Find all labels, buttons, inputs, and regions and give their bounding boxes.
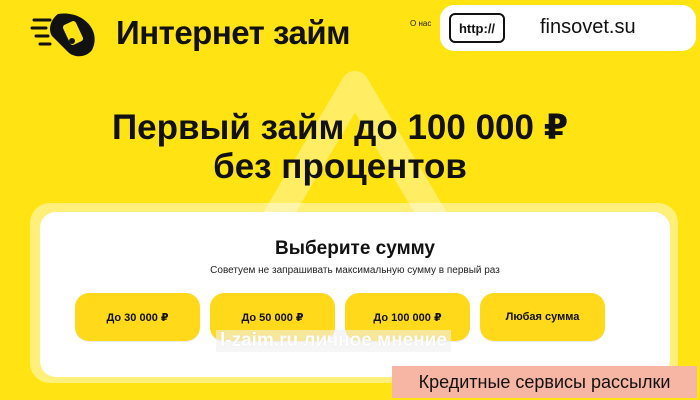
brand-name: Интернет займ — [116, 14, 351, 51]
promo-banner[interactable]: Кредитные сервисы рассылки — [392, 366, 697, 398]
amount-card: Выберите сумму Советуем не запрашивать м… — [40, 212, 670, 377]
amount-card-title: Выберите сумму — [275, 238, 435, 259]
url-badge: http:// finsovet.su — [440, 5, 696, 51]
hero-title: Первый займ до 100 000 ₽ без процентов — [0, 108, 680, 186]
url-prefix: http:// — [449, 13, 505, 43]
watermark-text: l-zaim.ru личное мнение — [216, 330, 451, 352]
url-text: finsovet.su — [540, 16, 636, 38]
hero-title-line-1: Первый займ до 100 000 ₽ — [111, 108, 569, 147]
amount-button-30000[interactable]: До 30 000 ₽ — [75, 293, 200, 341]
hero-title-line-2: без процентов — [213, 147, 467, 186]
about-link[interactable]: О нас — [410, 19, 431, 28]
amount-button-any[interactable]: Любая сумма — [480, 293, 605, 341]
hand-with-phone-logo-icon — [30, 13, 95, 57]
amount-card-subtitle: Советуем не запрашивать максимальную сум… — [210, 265, 500, 276]
